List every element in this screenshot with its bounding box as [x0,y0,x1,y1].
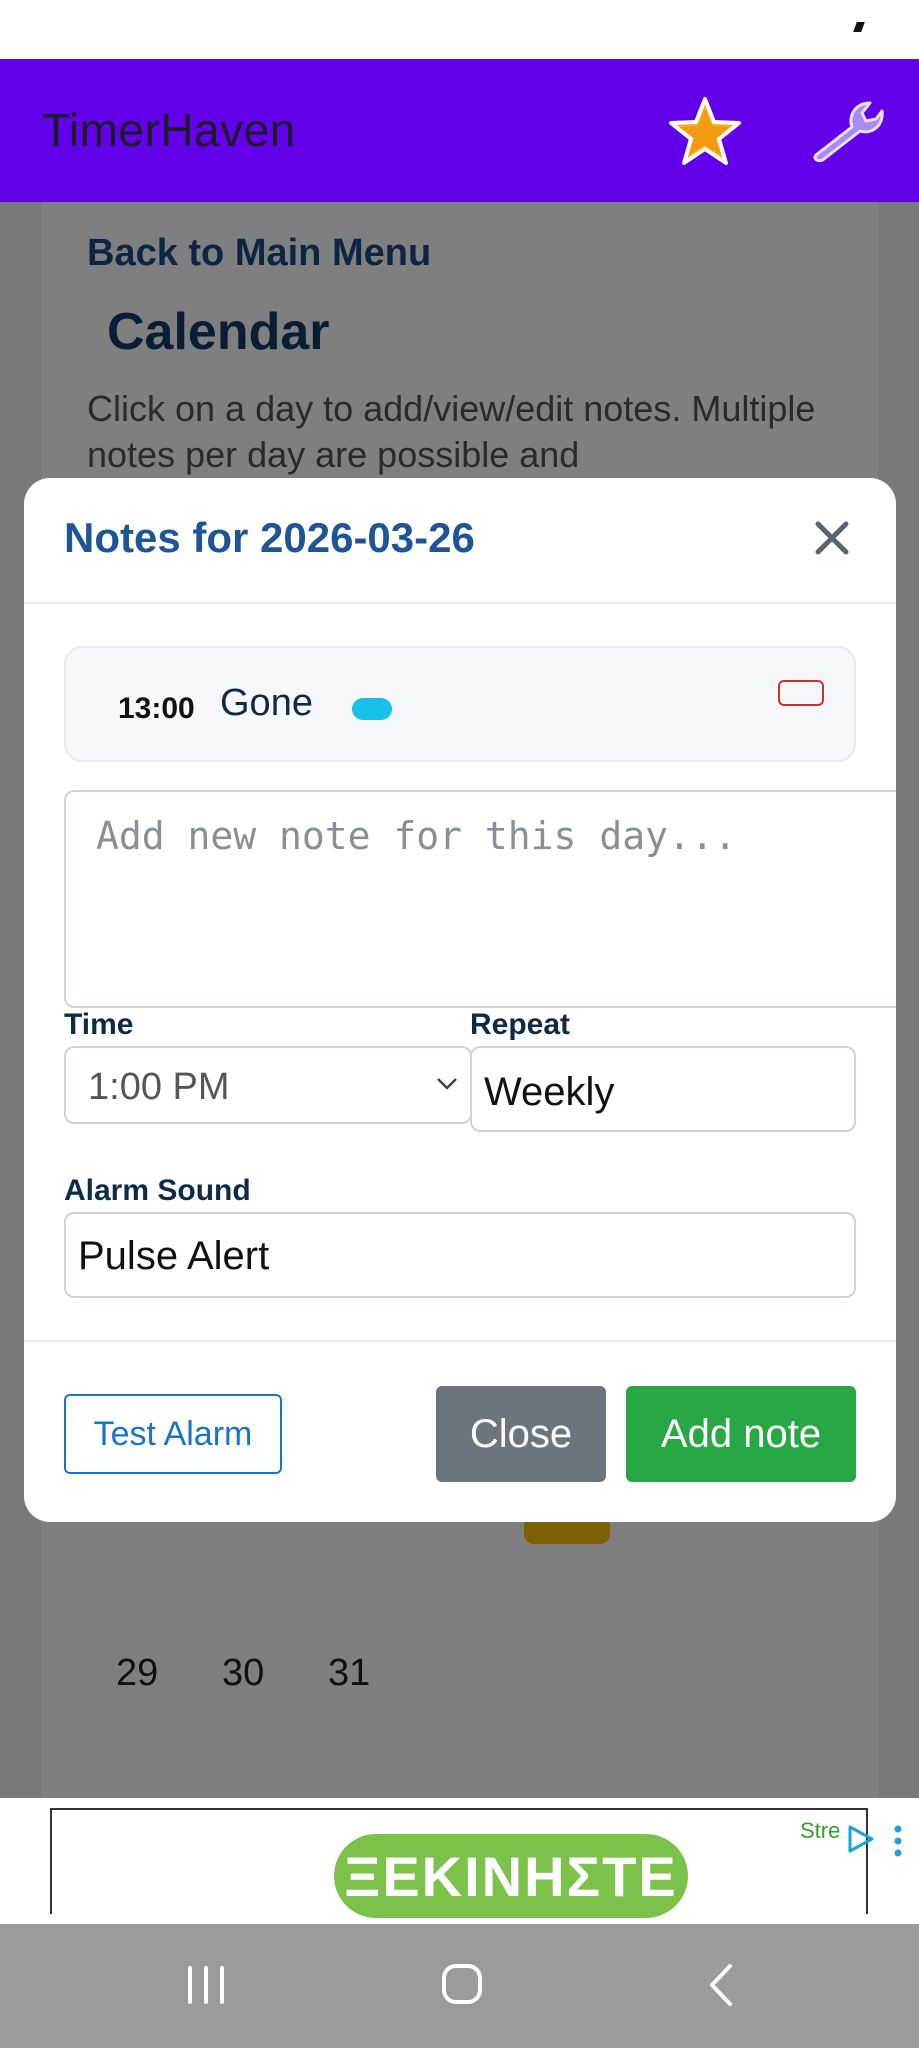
time-select[interactable]: 1:00 PM [64,1046,472,1124]
ad-frame: ΞΕΚΙΝΗΣΤΕ Stre [50,1808,902,1918]
alarm-sound-label: Alarm Sound [64,1174,251,1207]
ad-choices-icon[interactable] [846,1824,876,1854]
chevron-down-icon [437,1078,457,1090]
note-item[interactable]: 13:00 Gone [64,646,856,762]
back-icon[interactable] [706,1962,736,2008]
close-button[interactable]: Close [436,1386,606,1482]
repeat-field[interactable]: Weekly [470,1046,856,1132]
modal-title: Notes for 2026-03-26 [64,514,475,561]
note-time: 13:00 [118,692,195,725]
note-status-badge [352,698,392,720]
ad-banner[interactable]: ΞΕΚΙΝΗΣΤΕ Stre [0,1798,919,1924]
new-note-textarea[interactable] [64,790,896,1008]
recents-icon[interactable] [184,1964,228,2006]
add-note-button[interactable]: Add note [626,1386,856,1482]
alarm-sound-field[interactable]: Pulse Alert [64,1212,856,1298]
status-bar [0,0,919,59]
repeat-value: Weekly [484,1070,615,1114]
ad-brand-text: Stre [800,1818,841,1843]
status-indicator-icon [853,22,865,32]
delete-note-button[interactable] [778,680,824,706]
modal-footer: Test Alarm Close Add note [24,1340,896,1522]
system-nav-bar [0,1924,919,2048]
note-text: Gone [220,682,313,724]
ad-cta-button[interactable]: ΞΕΚΙΝΗΣΤΕ [334,1834,688,1918]
time-select-value: 1:00 PM [88,1066,230,1108]
alarm-sound-value: Pulse Alert [78,1234,270,1278]
app-title: TimerHaven [42,104,296,156]
star-icon[interactable] [668,95,742,167]
time-label: Time [64,1008,134,1041]
test-alarm-button[interactable]: Test Alarm [64,1394,282,1474]
app-bar: TimerHaven [0,59,919,202]
notes-modal: Notes for 2026-03-26 13:00 Gone Time Rep… [24,478,896,1522]
wrench-icon[interactable] [808,97,886,167]
more-vert-icon[interactable] [892,1824,904,1858]
home-icon[interactable] [440,1962,484,2006]
modal-header: Notes for 2026-03-26 [24,478,896,604]
close-icon[interactable] [810,516,854,560]
repeat-label: Repeat [470,1008,571,1041]
